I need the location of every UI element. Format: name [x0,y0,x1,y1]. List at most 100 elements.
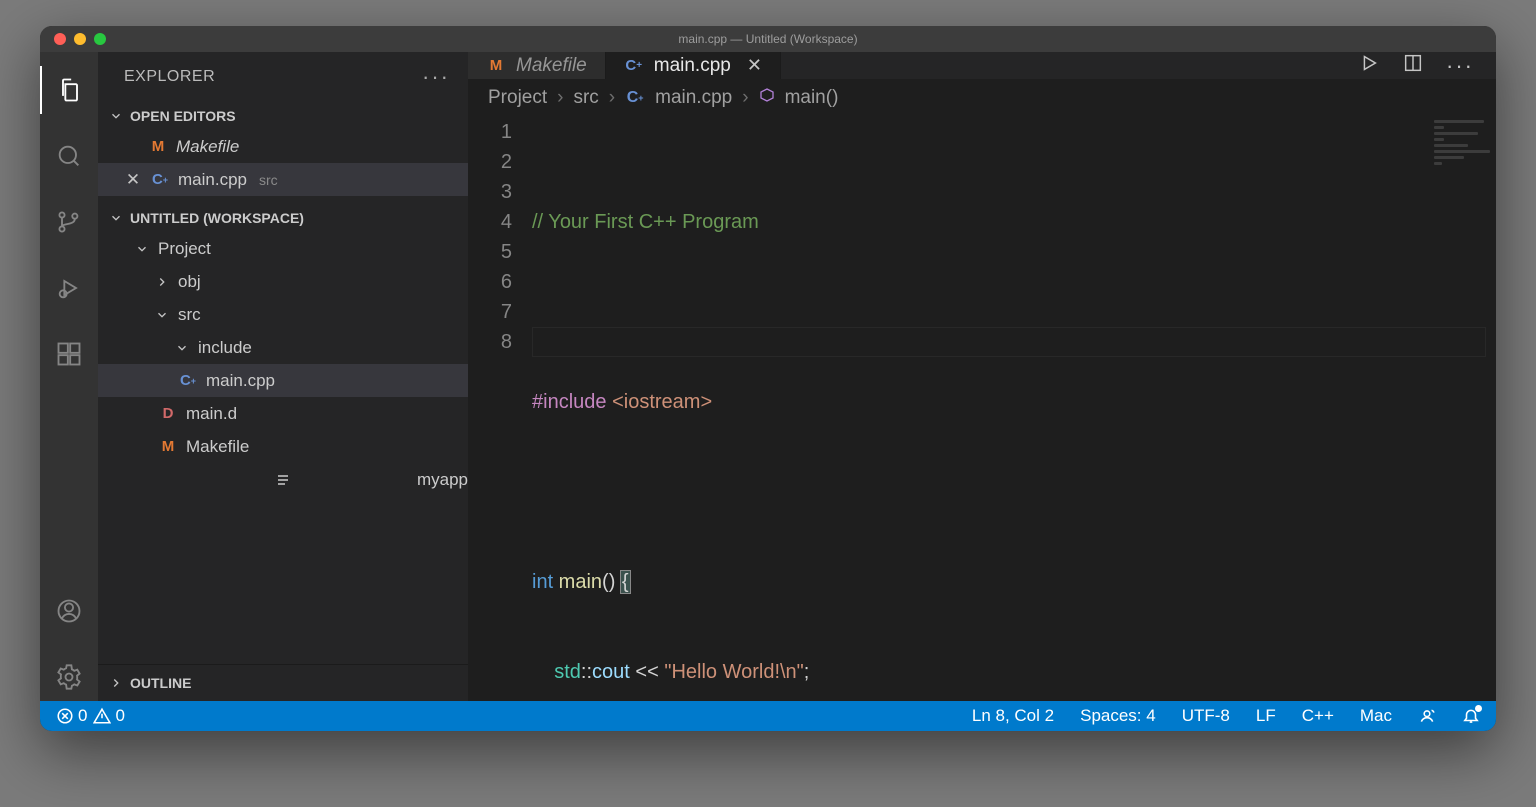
run-debug-icon [55,274,83,302]
cpp-icon: C+ [625,88,645,108]
folder-obj[interactable]: obj [98,265,468,298]
notification-dot-icon [1475,705,1482,712]
breadcrumb-item[interactable]: main() [785,87,839,109]
file-label: myapp [417,470,468,490]
chevron-down-icon [108,108,124,124]
minimap[interactable] [1426,117,1496,237]
more-actions-button[interactable]: ··· [1446,53,1474,79]
cpp-icon: C+ [150,170,170,190]
open-editors-header[interactable]: OPEN EDITORS [98,102,468,130]
activity-source-control[interactable] [40,198,98,246]
explorer-sidebar: EXPLORER ··· OPEN EDITORS M Makefile ✕ C… [98,52,468,701]
activity-accounts[interactable] [40,587,98,635]
tab-label: main.cpp [654,55,731,77]
activity-settings[interactable] [40,653,98,701]
binary-file-icon [158,470,409,490]
editor-actions: ··· [1336,52,1496,79]
chevron-down-icon [154,307,170,323]
tab-makefile[interactable]: M Makefile [468,52,606,79]
split-editor-button[interactable] [1402,52,1424,79]
status-errors[interactable]: 0 [56,706,87,726]
workspace-label: UNTITLED (WORKSPACE) [130,210,304,226]
chevron-right-icon [108,675,124,691]
folder-label: src [178,305,201,325]
error-icon [56,707,74,725]
status-notifications[interactable] [1462,707,1480,725]
folder-label: obj [178,272,201,292]
close-icon[interactable]: ✕ [747,55,762,76]
open-editor-label: Makefile [176,137,239,157]
search-icon [55,142,83,170]
d-file-icon: D [158,404,178,424]
files-icon [56,76,84,104]
explorer-more-actions[interactable]: ··· [422,64,450,90]
breadcrumb-item[interactable]: Project [488,87,547,109]
chevron-down-icon [134,241,150,257]
chevron-down-icon [108,210,124,226]
git-branch-icon [55,208,83,236]
window-title: main.cpp — Untitled (Workspace) [40,32,1496,46]
explorer-title: EXPLORER [124,68,215,86]
warning-icon [93,707,111,725]
file-main-cpp[interactable]: C+ main.cpp [98,364,468,397]
vscode-window: main.cpp — Untitled (Workspace) [40,26,1496,731]
folder-label: Project [158,239,211,259]
code-content[interactable]: // Your First C++ Program #include <iost… [532,117,1496,731]
file-label: main.cpp [206,371,275,391]
minimize-window-icon[interactable] [74,33,86,45]
makefile-icon: M [148,137,168,157]
breadcrumb-item[interactable]: main.cpp [655,87,732,109]
file-main-d[interactable]: D main.d [98,397,468,430]
makefile-icon: M [486,56,506,76]
file-myapp[interactable]: myapp [98,463,468,496]
outline-header[interactable]: OUTLINE [98,669,468,697]
chevron-right-icon [154,274,170,290]
symbol-icon [759,87,775,109]
folder-include[interactable]: include [98,331,468,364]
extensions-icon [55,340,83,368]
breadcrumb[interactable]: Project › src › C+ main.cpp › main() [468,79,1496,117]
tab-label: Makefile [516,55,587,77]
chevron-right-icon: › [609,87,615,109]
open-editor-path: src [259,172,278,188]
open-editors-label: OPEN EDITORS [130,108,236,124]
chevron-down-icon [174,340,190,356]
open-editor-makefile[interactable]: M Makefile [98,130,468,163]
makefile-icon: M [158,437,178,457]
file-label: main.d [186,404,237,424]
account-icon [55,597,83,625]
close-window-icon[interactable] [54,33,66,45]
status-warnings[interactable]: 0 [93,706,124,726]
play-icon [1358,52,1380,74]
activity-extensions[interactable] [40,330,98,378]
window-controls [40,33,120,45]
folder-src[interactable]: src [98,298,468,331]
maximize-window-icon[interactable] [94,33,106,45]
open-editor-label: main.cpp [178,170,247,190]
title-bar[interactable]: main.cpp — Untitled (Workspace) [40,26,1496,52]
chevron-right-icon: › [557,87,563,109]
folder-label: include [198,338,252,358]
open-editor-main-cpp[interactable]: ✕ C+ main.cpp src [98,163,468,196]
tab-main-cpp[interactable]: C+ main.cpp ✕ [606,52,781,79]
activity-bar [40,52,98,701]
cpp-icon: C+ [178,371,198,391]
code-editor[interactable]: 12345678 // Your First C++ Program #incl… [468,117,1496,731]
file-label: Makefile [186,437,249,457]
folder-project[interactable]: Project [98,232,468,265]
file-makefile[interactable]: M Makefile [98,430,468,463]
editor-tabs: M Makefile C+ main.cpp ✕ ··· [468,52,1496,79]
chevron-right-icon: › [742,87,748,109]
workspace-header[interactable]: UNTITLED (WORKSPACE) [98,204,468,232]
cpp-icon: C+ [624,56,644,76]
outline-label: OUTLINE [130,675,191,691]
close-icon[interactable]: ✕ [124,170,142,190]
breadcrumb-item[interactable]: src [573,87,598,109]
run-button[interactable] [1358,52,1380,79]
line-number-gutter: 12345678 [468,117,532,731]
activity-search[interactable] [40,132,98,180]
activity-run-debug[interactable] [40,264,98,312]
split-icon [1402,52,1424,74]
editor-group: M Makefile C+ main.cpp ✕ ··· Project › [468,52,1496,701]
activity-explorer[interactable] [40,66,98,114]
